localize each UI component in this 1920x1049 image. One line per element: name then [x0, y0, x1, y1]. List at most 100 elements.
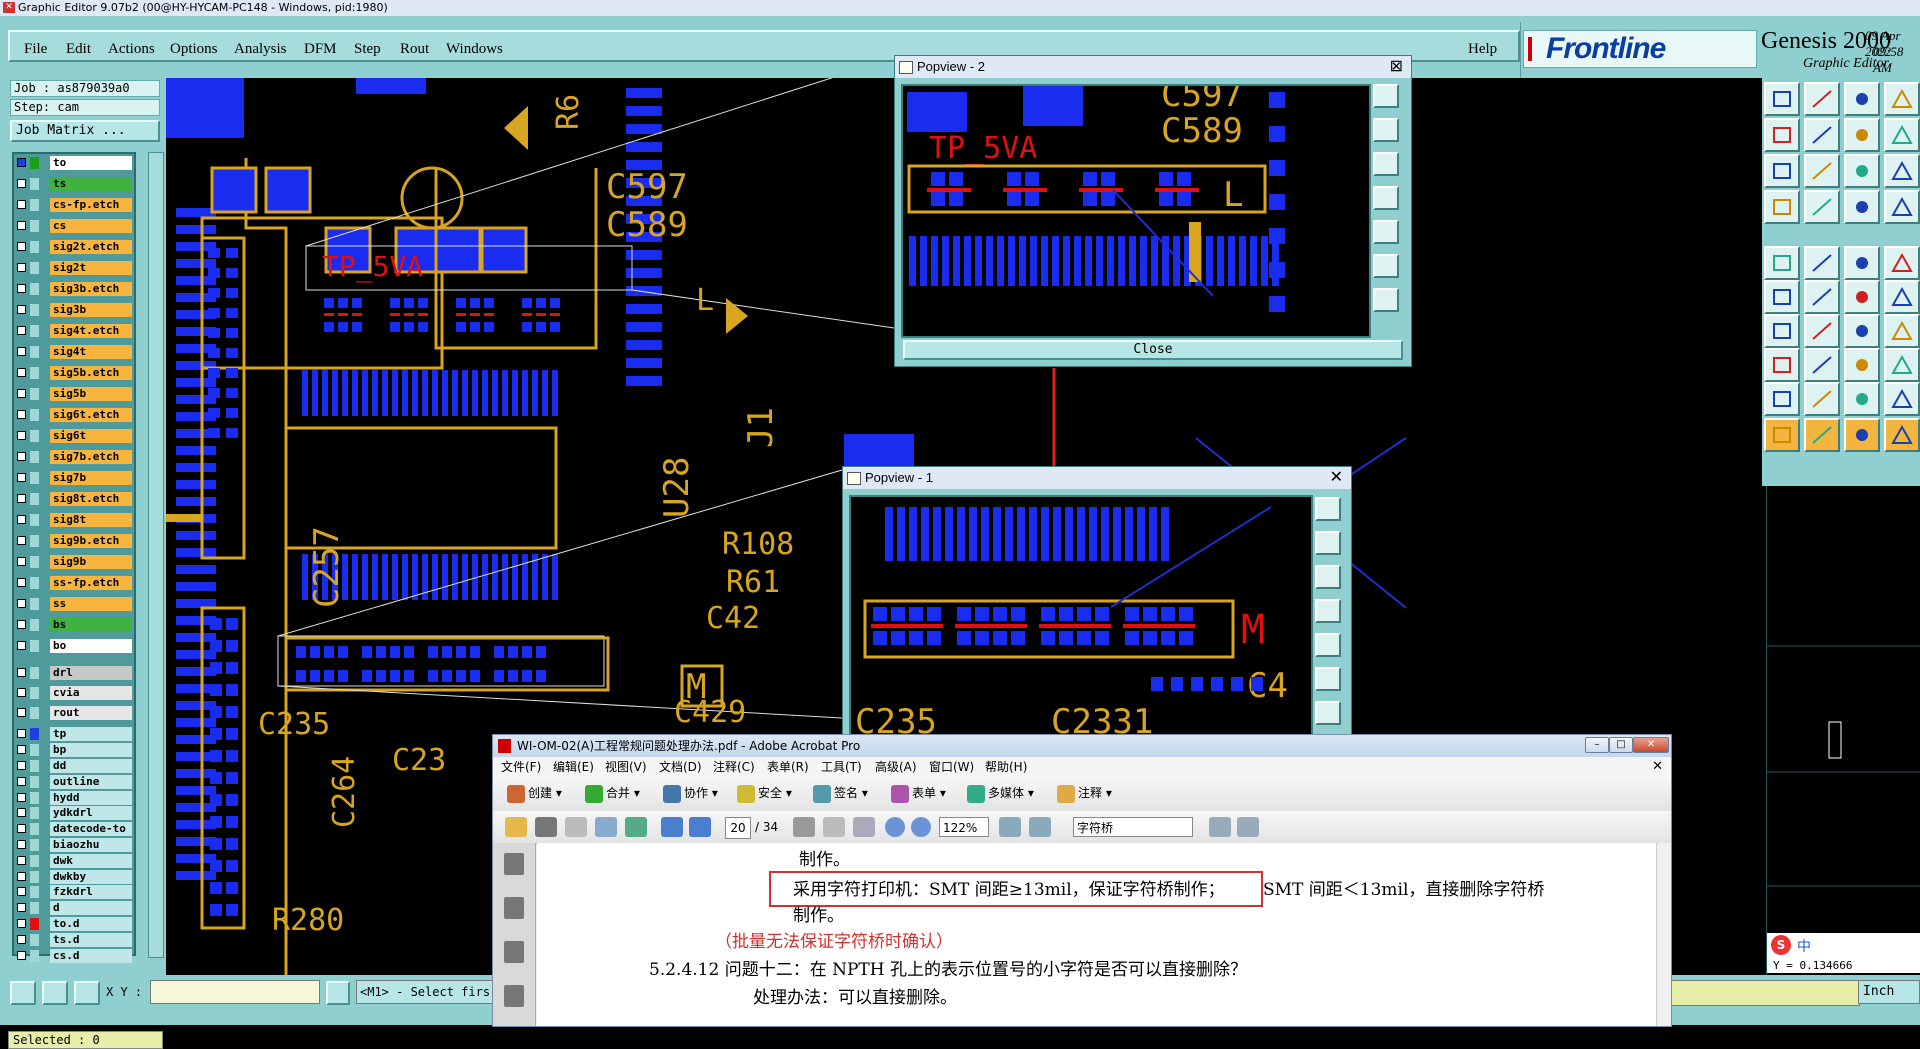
layer-checkbox[interactable]	[17, 242, 26, 251]
tool-button[interactable]	[1844, 314, 1880, 348]
menu-help[interactable]: Help	[1468, 41, 1497, 58]
tool-button[interactable]	[1804, 82, 1840, 116]
layer-checkbox[interactable]	[17, 221, 26, 230]
layer-row[interactable]: sig4t.etch	[14, 324, 134, 338]
layer-checkbox[interactable]	[17, 431, 26, 440]
tool-button[interactable]	[1764, 314, 1800, 348]
hand-tool-icon[interactable]	[823, 817, 845, 837]
layer-name[interactable]: sig8t	[50, 513, 132, 527]
save-icon[interactable]	[565, 817, 587, 837]
layer-color-swatch[interactable]	[30, 728, 39, 741]
layer-row[interactable]: sig3b	[14, 303, 134, 317]
pdf-document-page[interactable]: 制作。 采用字符打印机：SMT 间距≥13mil，保证字符桥制作； SMT 间距…	[537, 843, 1657, 1026]
layer-row[interactable]: bp	[14, 743, 134, 758]
tool-button[interactable]	[1804, 246, 1840, 280]
layer-checkbox[interactable]	[17, 919, 26, 928]
layer-checkbox[interactable]	[17, 761, 26, 770]
xy-input[interactable]	[150, 980, 320, 1004]
layer-color-swatch[interactable]	[30, 325, 39, 337]
tool-button[interactable]	[1884, 280, 1920, 314]
layer-color-swatch[interactable]	[30, 199, 39, 211]
layer-name[interactable]: cvia	[50, 685, 132, 700]
layer-color-swatch[interactable]	[30, 220, 39, 232]
tool-button[interactable]	[1804, 190, 1840, 224]
layer-checkbox[interactable]	[17, 855, 26, 865]
layer-row[interactable]: sig7b.etch	[14, 450, 134, 464]
zoom-tool-icon[interactable]	[853, 817, 875, 837]
layer-checkbox[interactable]	[17, 179, 26, 188]
menu-options[interactable]: Options	[170, 41, 218, 58]
layer-color-swatch[interactable]	[30, 346, 39, 358]
select-tool-icon[interactable]	[793, 817, 815, 837]
layer-checkbox[interactable]	[17, 840, 26, 849]
layer-row[interactable]: d	[14, 901, 134, 916]
pop-tool-button[interactable]	[1373, 288, 1399, 312]
layer-color-swatch[interactable]	[30, 706, 39, 719]
layer-row[interactable]: sig4t	[14, 345, 134, 359]
layer-color-swatch[interactable]	[30, 686, 39, 699]
close-button[interactable]: ✕	[1633, 737, 1669, 753]
layer-name[interactable]: ss	[50, 597, 132, 611]
tool-button[interactable]	[1844, 82, 1880, 116]
layer-color-swatch[interactable]	[30, 472, 39, 484]
layer-name[interactable]: sig6t.etch	[50, 408, 132, 422]
layer-row[interactable]: sig9b	[14, 555, 134, 569]
layer-checkbox[interactable]	[17, 536, 26, 545]
layer-checkbox[interactable]	[17, 494, 26, 503]
tool-button[interactable]	[1804, 154, 1840, 188]
tool-button[interactable]	[1764, 382, 1800, 416]
zoom-out-icon[interactable]	[885, 817, 905, 837]
layer-color-swatch[interactable]	[30, 619, 39, 631]
tool-button[interactable]	[1844, 348, 1880, 382]
menu-windows[interactable]: Windows	[446, 41, 503, 58]
layer-row[interactable]: ts	[14, 177, 134, 191]
layer-checkbox[interactable]	[17, 707, 26, 717]
pop-tool-button[interactable]	[1373, 220, 1399, 244]
layer-row[interactable]: to.d	[14, 917, 134, 931]
layer-color-swatch[interactable]	[30, 902, 39, 915]
layer-checkbox[interactable]	[17, 641, 26, 650]
job-matrix-button[interactable]: Job Matrix ...	[10, 120, 160, 142]
layer-color-swatch[interactable]	[30, 775, 39, 788]
pop-tool-button[interactable]	[1315, 633, 1341, 657]
bookmarks-icon[interactable]	[504, 897, 524, 919]
tool-button[interactable]	[1804, 348, 1840, 382]
layer-name[interactable]: sig9b.etch	[50, 534, 132, 548]
pop-tool-button[interactable]	[1315, 565, 1341, 589]
tool-button[interactable]	[1884, 348, 1920, 382]
acro-menu-tools[interactable]: 工具(T)	[821, 757, 862, 777]
acro-menu-window[interactable]: 窗口(W)	[929, 757, 974, 777]
layer-checkbox[interactable]	[17, 263, 26, 272]
tool-button[interactable]	[1844, 190, 1880, 224]
prev-page-icon[interactable]	[661, 817, 683, 837]
layer-row[interactable]: fzkdrl	[14, 885, 134, 900]
layer-color-swatch[interactable]	[30, 451, 39, 463]
layer-color-swatch[interactable]	[30, 430, 39, 442]
layer-color-swatch[interactable]	[30, 918, 39, 930]
tool-button[interactable]	[1764, 154, 1800, 188]
layer-name[interactable]: tp	[50, 727, 132, 742]
layer-color-swatch[interactable]	[30, 283, 39, 295]
layer-row[interactable]: dd	[14, 759, 134, 773]
layer-checkbox[interactable]	[17, 347, 26, 356]
popview-2-canvas[interactable]: C597 C589 TP_5VA L	[901, 84, 1371, 338]
layer-checkbox[interactable]	[17, 326, 26, 335]
layer-name[interactable]: datecode-to	[50, 822, 132, 837]
multimedia-button[interactable]: 多媒体 ▾	[967, 784, 1034, 803]
layer-color-swatch[interactable]	[30, 556, 39, 568]
tool-button[interactable]	[1764, 246, 1800, 280]
email-icon[interactable]	[595, 817, 617, 837]
layer-row[interactable]: sig6t.etch	[14, 408, 134, 422]
layer-name[interactable]: sig4t.etch	[50, 324, 132, 338]
layer-color-swatch[interactable]	[30, 535, 39, 547]
tool-button[interactable]	[1884, 82, 1920, 116]
menu-edit[interactable]: Edit	[66, 41, 91, 58]
layer-name[interactable]: sig2t.etch	[50, 240, 132, 254]
layer-color-swatch[interactable]	[30, 493, 39, 505]
layer-row[interactable]: tp	[14, 727, 134, 742]
layer-checkbox[interactable]	[17, 410, 26, 419]
tool-button[interactable]	[1764, 118, 1800, 152]
pop-tool-button[interactable]	[1315, 497, 1341, 521]
layer-color-swatch[interactable]	[30, 640, 39, 652]
layer-checkbox[interactable]	[17, 578, 26, 587]
